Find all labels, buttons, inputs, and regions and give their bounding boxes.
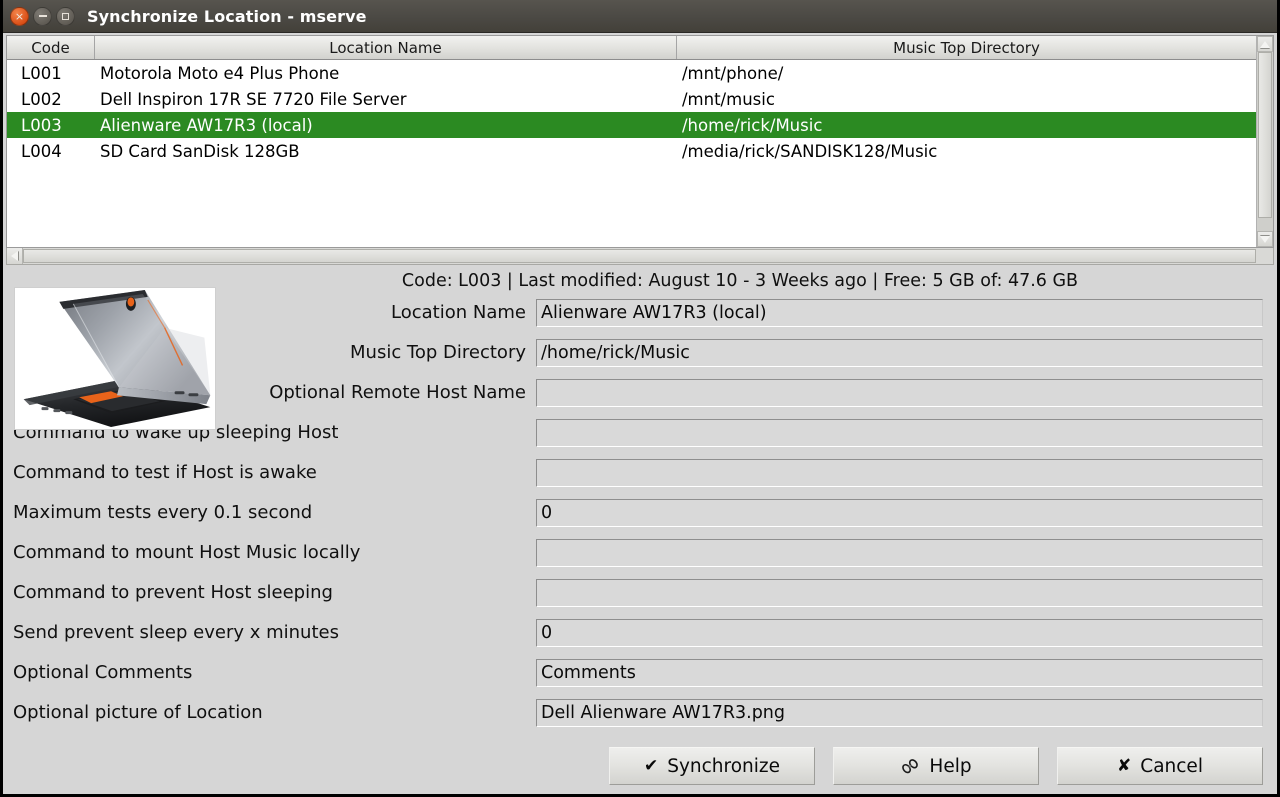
alienware-laptop-image	[15, 288, 215, 429]
maximize-glyph	[62, 12, 69, 20]
form-row-prevent-sleep-interval: Send prevent sleep every x minutes 0	[11, 617, 1263, 648]
vertical-scroll-track[interactable]	[1257, 52, 1273, 231]
input-maximum-tests[interactable]: 0	[536, 498, 1263, 527]
label-prevent-sleep-interval: Send prevent sleep every x minutes	[13, 622, 339, 643]
label-test-host-command: Command to test if Host is awake	[13, 462, 317, 483]
input-music-top-directory[interactable]: /home/rick/Music	[536, 338, 1263, 367]
horizontal-scrollbar[interactable]	[6, 248, 1274, 265]
cell-music-top-directory: /mnt/music	[682, 89, 775, 109]
table-body: L001 Motorola Moto e4 Plus Phone /mnt/ph…	[7, 60, 1256, 247]
locations-table-main: Code Location Name Music Top Directory L…	[7, 36, 1256, 247]
label-picture: Optional picture of Location	[13, 702, 263, 723]
help-button-label: Help	[929, 755, 972, 777]
form-row-maximum-tests: Maximum tests every 0.1 second 0	[11, 497, 1263, 528]
form-row-prevent-sleep-command: Command to prevent Host sleeping	[11, 577, 1263, 608]
close-icon[interactable]: ×	[10, 6, 29, 26]
vertical-scroll-thumb[interactable]	[1258, 52, 1272, 218]
form-row-comments: Optional Comments Comments	[11, 657, 1263, 688]
table-header-row: Code Location Name Music Top Directory	[7, 36, 1256, 60]
form-row-mount-command: Command to mount Host Music locally	[11, 537, 1263, 568]
input-remote-host-name[interactable]	[536, 378, 1263, 407]
scroll-up-icon[interactable]	[1257, 36, 1273, 52]
input-picture[interactable]: Dell Alienware AW17R3.png	[536, 698, 1263, 727]
input-prevent-sleep-interval[interactable]: 0	[536, 618, 1263, 647]
location-info-text: Code: L003 | Last modified: August 10 - …	[401, 271, 1079, 291]
cancel-button-label: Cancel	[1140, 755, 1203, 777]
input-prevent-sleep-command[interactable]	[536, 578, 1263, 607]
input-wake-host-command[interactable]	[536, 418, 1263, 447]
synchronize-button-label: Synchronize	[667, 755, 781, 777]
maximize-icon[interactable]	[56, 6, 75, 26]
label-maximum-tests: Maximum tests every 0.1 second	[13, 502, 313, 523]
close-glyph: ×	[14, 9, 25, 23]
label-mount-command: Command to mount Host Music locally	[13, 542, 361, 563]
help-button[interactable]: Help	[833, 747, 1039, 785]
label-prevent-sleep-command: Command to prevent Host sleeping	[13, 582, 333, 603]
form-row-test-host-command: Command to test if Host is awake	[11, 457, 1263, 488]
cell-music-top-directory: /media/rick/SANDISK128/Music	[682, 141, 938, 161]
column-header-location-name[interactable]: Location Name	[95, 36, 677, 59]
table-row[interactable]: L002 Dell Inspiron 17R SE 7720 File Serv…	[7, 86, 1256, 112]
input-comments[interactable]: Comments	[536, 658, 1263, 687]
locations-table: Code Location Name Music Top Directory L…	[6, 35, 1274, 248]
input-mount-command[interactable]	[536, 538, 1263, 567]
cell-location-name: Alienware AW17R3 (local)	[100, 115, 313, 135]
cancel-button[interactable]: ✘ Cancel	[1057, 747, 1263, 785]
table-row[interactable]: L001 Motorola Moto e4 Plus Phone /mnt/ph…	[7, 60, 1256, 86]
cell-music-top-directory: /mnt/phone/	[682, 63, 784, 83]
title-bar: × Synchronize Location - mserve	[3, 0, 1277, 33]
form-row-picture: Optional picture of Location Dell Alienw…	[11, 697, 1263, 728]
table-row[interactable]: L004 SD Card SanDisk 128GB /media/rick/S…	[7, 138, 1256, 164]
vertical-scrollbar[interactable]	[1256, 36, 1273, 247]
scroll-left-icon[interactable]	[7, 248, 23, 264]
cell-location-name: Motorola Moto e4 Plus Phone	[100, 63, 340, 83]
column-header-music-top-directory[interactable]: Music Top Directory	[677, 36, 1256, 59]
window-controls: ×	[10, 6, 75, 26]
synchronize-location-window: × Synchronize Location - mserve Code Loc…	[0, 0, 1280, 797]
minimize-icon[interactable]	[33, 6, 52, 26]
horizontal-scroll-thumb[interactable]	[23, 249, 1256, 263]
x-mark-icon: ✘	[1117, 755, 1132, 776]
cell-location-name: Dell Inspiron 17R SE 7720 File Server	[100, 89, 407, 109]
window-title: Synchronize Location - mserve	[87, 6, 367, 26]
minimize-glyph	[38, 15, 47, 17]
cell-code: L001	[21, 63, 62, 83]
synchronize-button[interactable]: ✔ Synchronize	[609, 747, 815, 785]
input-location-name[interactable]: Alienware AW17R3 (local)	[536, 298, 1263, 327]
input-test-host-command[interactable]	[536, 458, 1263, 487]
cell-music-top-directory: /home/rick/Music	[682, 115, 823, 135]
cell-location-name: SD Card SanDisk 128GB	[100, 141, 300, 161]
scroll-down-icon[interactable]	[1257, 231, 1273, 247]
label-comments: Optional Comments	[13, 662, 193, 683]
cell-code: L002	[21, 89, 62, 109]
cell-code: L004	[21, 141, 62, 161]
table-row-selected[interactable]: L003 Alienware AW17R3 (local) /home/rick…	[7, 112, 1256, 138]
checkmark-icon: ✔	[643, 755, 659, 776]
chain-link-icon	[900, 758, 920, 775]
dialog-button-bar: ✔ Synchronize Help ✘ Cancel	[3, 737, 1277, 785]
cell-code: L003	[21, 115, 62, 135]
column-header-code[interactable]: Code	[7, 36, 95, 59]
location-detail-form: Location Name Alienware AW17R3 (local) M…	[3, 287, 1277, 728]
location-thumbnail	[14, 287, 216, 430]
